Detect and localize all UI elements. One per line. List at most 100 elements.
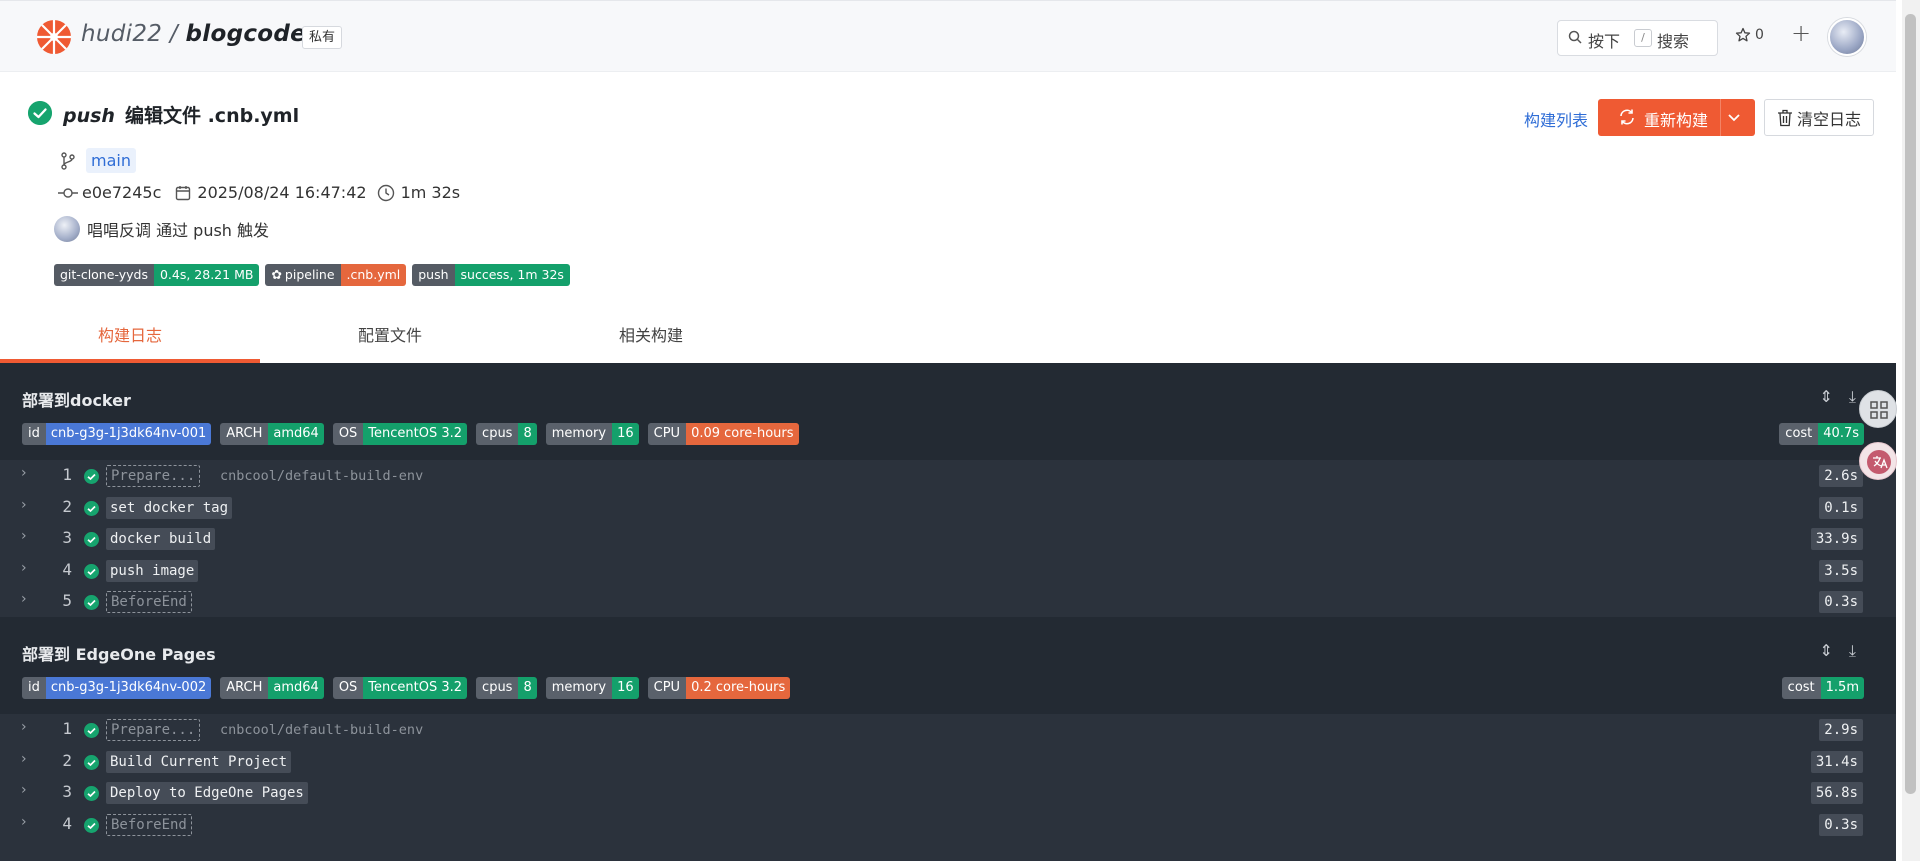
step-name: Deploy to EdgeOne Pages <box>106 782 308 804</box>
badge-arch: ARCH amd64 <box>220 423 324 445</box>
chevron-right-icon[interactable]: › <box>21 782 27 798</box>
chevron-right-icon[interactable]: › <box>21 751 27 767</box>
step-name: BeforeEnd <box>106 591 192 613</box>
chevron-right-icon[interactable]: › <box>21 528 27 544</box>
step-number: 2 <box>62 496 72 516</box>
step-row[interactable]: › 3 Deploy to EdgeOne Pages 56.8s <box>0 777 1896 809</box>
user-avatar[interactable] <box>1828 18 1866 56</box>
step-name: push image <box>106 559 199 582</box>
step-row[interactable]: › 1 Prepare... cnbcool/default-build-env… <box>0 714 1896 746</box>
step-row[interactable]: › 3 docker build 33.9s <box>0 523 1896 555</box>
step-success-icon <box>84 500 99 516</box>
repo-owner-link[interactable]: hudi22 <box>81 21 162 47</box>
badge-label: ARCH <box>220 423 269 445</box>
stage-title: 部署到 EdgeOne Pages <box>22 645 216 664</box>
badge-value: 0.2 core-hours <box>686 677 791 699</box>
step-row[interactable]: › 4 BeforeEnd 0.3s <box>0 809 1896 841</box>
visibility-badge: 私有 <box>302 26 343 49</box>
badge-value: 8 <box>518 677 537 699</box>
build-tabs: 构建日志 配置文件 相关构建 <box>0 310 1896 363</box>
step-success-icon <box>84 532 99 547</box>
stage-badges: id cnb-g3g-1j3dk64nv-002 ARCH amd64 OS Tenc… <box>22 677 791 699</box>
download-icon[interactable]: ⤓ <box>1849 641 1856 661</box>
badge-label: push <box>412 264 455 286</box>
download-icon[interactable]: ⤓ <box>1849 387 1856 407</box>
search-prefix: 按下 <box>1588 32 1621 51</box>
step-row[interactable]: › 2 set docker tag 0.1s <box>0 492 1896 524</box>
step-success-icon <box>84 754 99 770</box>
stage-cost: cost 1.5m <box>1781 677 1864 699</box>
star-button[interactable]: 0 <box>1735 27 1764 43</box>
step-number: 2 <box>62 750 72 770</box>
translate-icon[interactable] <box>1859 442 1897 480</box>
trigger-text: 唱唱反调 通过 push 触发 <box>87 221 270 240</box>
badge-label: ARCH <box>220 677 269 699</box>
badge-cpus: cpus 8 <box>476 677 537 699</box>
badge-label: cpus <box>476 423 519 445</box>
chevron-right-icon[interactable]: › <box>21 497 27 513</box>
step-success-icon <box>84 786 99 801</box>
build-commit-message: 编辑文件 .cnb.yml <box>124 105 300 127</box>
git-commit-icon <box>58 187 78 198</box>
search-button[interactable]: 按下 / 搜索 <box>1557 20 1718 56</box>
badge-value: 16 <box>612 423 639 445</box>
step-success-icon <box>84 469 99 484</box>
step-number: 4 <box>62 559 72 579</box>
badge-value: amd64 <box>268 423 324 445</box>
repo-name-link[interactable]: blogcode <box>186 21 307 47</box>
step-row[interactable]: › 2 Build Current Project 31.4s <box>0 746 1896 778</box>
rebuild-label: 重新构建 <box>1644 111 1709 130</box>
commit-hash-link[interactable]: e0e7245c <box>82 183 161 202</box>
step-duration: 0.1s <box>1819 496 1863 519</box>
pipeline-icon: ✿ <box>271 267 282 282</box>
create-plus-icon[interactable]: + <box>1791 19 1811 47</box>
badge-label: CPU <box>647 423 687 445</box>
stage-header[interactable]: 部署到 EdgeOne Pages ⇕ ⤓ id cnb-g3g-1j3dk64n… <box>0 617 1896 714</box>
chevron-right-icon[interactable]: › <box>21 591 27 607</box>
expand-collapse-icon[interactable]: ⇕ <box>1820 641 1833 661</box>
step-row[interactable]: › 5 BeforeEnd 0.3s <box>0 586 1896 618</box>
badge-label: cpus <box>476 677 519 699</box>
success-check-icon <box>28 101 52 125</box>
apps-grid-icon[interactable] <box>1859 390 1897 428</box>
badge-value: TencentOS 3.2 <box>363 677 468 699</box>
scrollbar-thumb[interactable] <box>1905 14 1916 794</box>
stage-badges: id cnb-g3g-1j3dk64nv-001 ARCH amd64 OS Tenc… <box>22 423 799 445</box>
build-list-link[interactable]: 构建列表 <box>1524 107 1588 131</box>
stage-title: 部署到docker <box>22 391 131 410</box>
badge-push: push success, 1m 32s <box>412 264 570 286</box>
chevron-right-icon[interactable]: › <box>21 560 27 576</box>
tab-build-log[interactable]: 构建日志 <box>0 310 260 363</box>
step-duration: 0.3s <box>1819 591 1863 613</box>
chevron-right-icon[interactable]: › <box>21 814 27 830</box>
refresh-icon <box>1620 109 1634 125</box>
clear-log-button[interactable]: 清空日志 <box>1764 99 1874 136</box>
badge-value: cnb-g3g-1j3dk64nv-001 <box>45 423 212 445</box>
tab-related-builds[interactable]: 相关构建 <box>521 310 781 363</box>
step-row[interactable]: › 4 push image 3.5s <box>0 555 1896 587</box>
step-image: cnbcool/default-build-env <box>220 722 424 738</box>
stage-tools: ⇕ ⤓ <box>1820 387 1856 407</box>
badge-cpu-hours: CPU 0.2 core-hours <box>647 677 791 699</box>
chevron-right-icon[interactable]: › <box>21 719 27 735</box>
tab-config-file[interactable]: 配置文件 <box>260 310 520 363</box>
step-row[interactable]: › 1 Prepare... cnbcool/default-build-env… <box>0 460 1896 492</box>
step-number: 1 <box>62 465 72 484</box>
expand-collapse-icon[interactable]: ⇕ <box>1820 387 1833 407</box>
badge-value: 0.09 core-hours <box>686 423 799 445</box>
chevron-down-icon[interactable] <box>1726 107 1742 127</box>
step-duration: 0.3s <box>1819 813 1863 836</box>
rebuild-button[interactable]: 重新构建 <box>1598 99 1755 136</box>
cnb-logo-icon[interactable] <box>36 19 72 55</box>
branch-link[interactable]: main <box>86 148 136 173</box>
badge-label: memory <box>545 423 613 445</box>
branch-row: main <box>60 148 136 173</box>
badge-label: git-clone-yyds <box>54 264 154 286</box>
repo-path: hudi22 / blogcode <box>81 21 306 47</box>
chevron-right-icon[interactable]: › <box>21 465 27 481</box>
search-icon <box>1568 30 1582 44</box>
badge-value: success, 1m 32s <box>454 264 570 286</box>
stage-header[interactable]: 部署到docker ⇕ ⤓ id cnb-g3g-1j3dk64nv-001 AR… <box>0 363 1896 460</box>
clear-log-label: 清空日志 <box>1796 109 1861 129</box>
trigger-user-avatar[interactable] <box>54 216 80 242</box>
